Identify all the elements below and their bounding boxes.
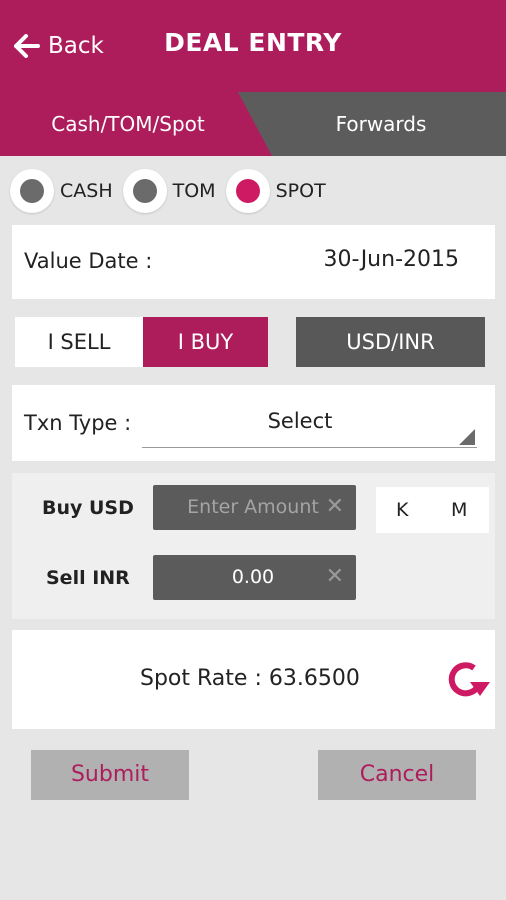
clear-icon[interactable]: ✕ — [326, 564, 344, 589]
buy-amount-input[interactable]: Enter Amount ✕ — [153, 485, 356, 530]
cancel-button[interactable]: Cancel — [318, 750, 476, 800]
value-date-label: Value Date : — [24, 249, 153, 273]
buy-amount-label: Buy USD — [42, 497, 134, 519]
radio-label: SPOT — [275, 180, 326, 202]
radio-button[interactable] — [10, 169, 54, 213]
unit-m-button[interactable]: M — [451, 499, 467, 521]
unit-k-button[interactable]: K — [396, 499, 408, 521]
radio-cash[interactable]: CASH — [10, 166, 119, 216]
radio-spot[interactable]: SPOT — [225, 166, 332, 216]
buy-button[interactable]: I BUY — [143, 317, 268, 367]
txn-type-dropdown[interactable]: Select — [142, 399, 477, 448]
txn-type-label: Txn Type : — [24, 411, 132, 435]
radio-button[interactable] — [122, 169, 167, 213]
spot-rate-card: Spot Rate : 63.6500 — [12, 630, 495, 729]
app-header: Back DEAL ENTRY — [0, 0, 506, 92]
radio-button-selected[interactable] — [225, 169, 270, 213]
txn-type-value: Select — [267, 409, 333, 433]
buy-amount-placeholder: Enter Amount — [187, 496, 319, 518]
txn-type-card: Txn Type : Select — [12, 385, 495, 461]
amount-panel: Buy USD Enter Amount ✕ K M Sell INR 0.00… — [12, 473, 495, 619]
value-date-value[interactable]: 30-Jun-2015 — [324, 247, 459, 272]
sell-button[interactable]: I SELL — [15, 317, 143, 367]
tab-forwards[interactable]: Forwards — [256, 92, 506, 156]
currency-pair-button[interactable]: USD/INR — [296, 317, 485, 367]
spot-rate-text: Spot Rate : 63.6500 — [140, 666, 360, 691]
settlement-radio-group: CASH TOM SPOT — [10, 166, 336, 216]
tab-bar: Cash/TOM/Spot Forwards — [0, 92, 506, 156]
dropdown-corner-icon — [459, 429, 475, 445]
radio-tom[interactable]: TOM — [122, 166, 222, 216]
page-title: DEAL ENTRY — [164, 28, 342, 57]
refresh-icon[interactable] — [444, 660, 492, 700]
sell-amount-value: 0.00 — [231, 566, 275, 588]
sell-amount-input[interactable]: 0.00 ✕ — [153, 555, 356, 600]
submit-button[interactable]: Submit — [31, 750, 189, 800]
tab-cash-tom-spot[interactable]: Cash/TOM/Spot — [0, 92, 256, 156]
radio-label: TOM — [172, 180, 216, 202]
unit-selector: K M — [376, 487, 489, 533]
clear-icon[interactable]: ✕ — [326, 494, 344, 519]
sell-amount-label: Sell INR — [46, 567, 130, 589]
radio-label: CASH — [60, 180, 113, 202]
value-date-card: Value Date : 30-Jun-2015 — [12, 225, 495, 299]
direction-toggle: I SELL I BUY — [15, 317, 268, 367]
